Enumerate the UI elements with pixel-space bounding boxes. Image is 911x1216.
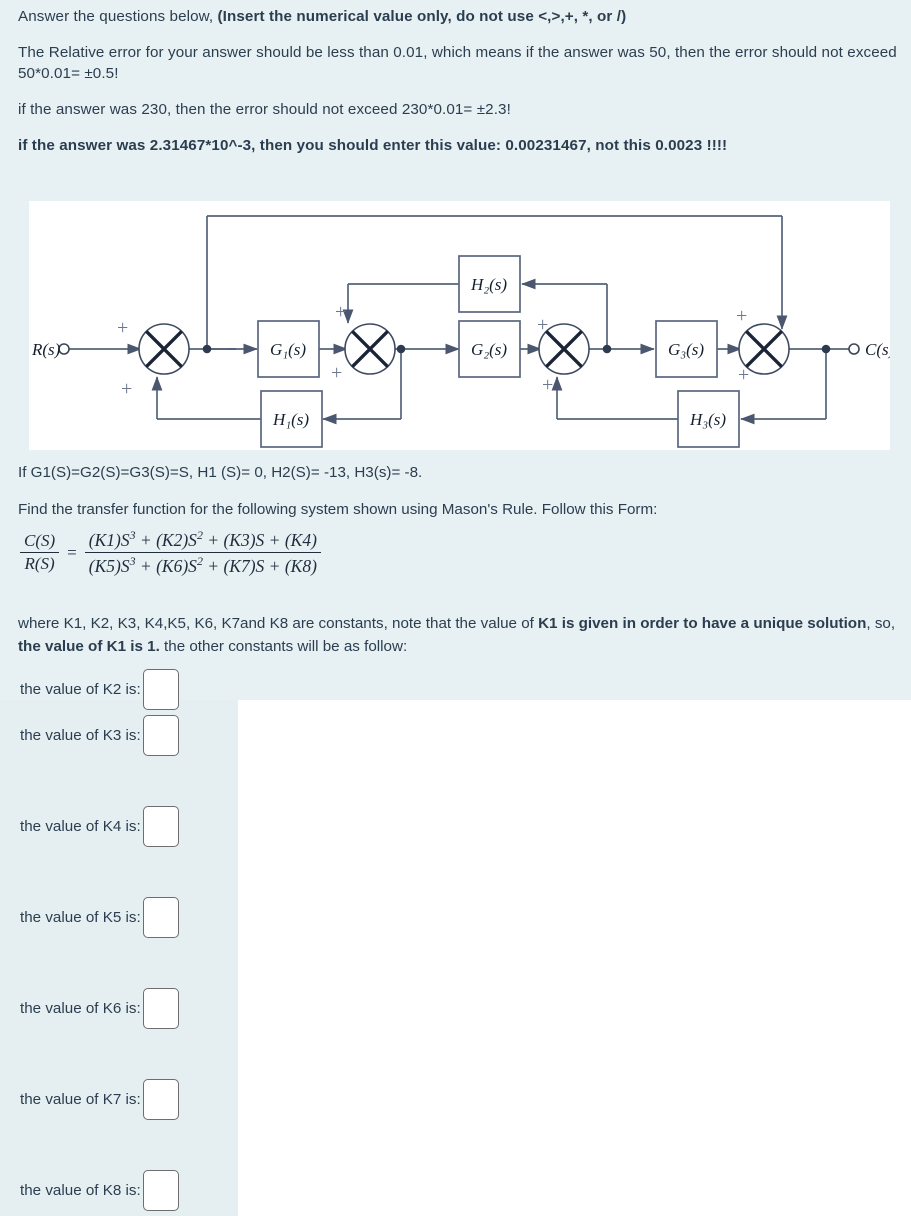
formula-rhs-denominator: (K5)S3 + (K6)S2 + (K7)S + (K8) (88, 554, 317, 577)
answer-input-k6[interactable] (142, 988, 179, 1029)
sign-s1-top: + (117, 317, 128, 339)
sign-s3-bottom: + (542, 374, 553, 396)
formula-lhs-numerator: C(S) (24, 530, 56, 550)
answer-input-k5[interactable] (142, 897, 179, 938)
constants-text-3: the other constants will be as follow: (159, 638, 408, 655)
block-diagram: G₁(s) G₂(s) G₃(s) H₁(s) H₂(s) H₃(s) R(s)… (29, 201, 890, 450)
answer-input-k3[interactable] (142, 715, 179, 756)
answers-panel-background (0, 700, 238, 1216)
answer-input-k4[interactable] (142, 806, 179, 847)
sign-s4-bottom: + (738, 364, 749, 386)
formula-lhs: C(S) R(S) (20, 530, 60, 575)
block-label-h3: H₃(s) (689, 410, 726, 429)
pickoff-node-c (602, 344, 612, 354)
answer-row-4: the value of K4 is: (20, 806, 179, 847)
output-signal-label: C(s) (865, 340, 890, 359)
sign-s3-top: + (537, 314, 548, 336)
block-label-h1: H₁(s) (272, 410, 309, 429)
pickoff-node-b (396, 344, 406, 354)
sign-s2-top: + (335, 301, 346, 323)
answer-row-3: the value of K3 is: (20, 715, 179, 756)
answer-row-8: the value of K8 is: (20, 1170, 179, 1211)
instruction-line-1-plain: Answer the questions below, (18, 8, 218, 25)
instruction-line-3: if the answer was 230, then the error sh… (18, 101, 511, 118)
answer-label-k8: the value of K8 is: (20, 1182, 141, 1199)
block-label-g1: G₁(s) (270, 340, 306, 359)
instruction-line-2: The Relative error for your answer shoul… (18, 44, 897, 82)
pickoff-node-d (821, 344, 831, 354)
constants-bold-1: K1 is given in order to have a unique so… (538, 615, 867, 632)
answer-label-k4: the value of K4 is: (20, 818, 141, 835)
constants-text-2: , so, (866, 615, 896, 632)
answer-label-k6: the value of K6 is: (20, 1000, 141, 1017)
formula-lhs-denominator: R(S) (24, 554, 55, 574)
block-label-g3: G₃(s) (668, 340, 704, 359)
formula-rhs: (K1)S3 + (K2)S2 + (K3)S + (K4) (K5)S3 + … (84, 527, 321, 578)
problem-statement: If G1(S)=G2(S)=G3(S)=S, H1 (S)= 0, H2(S)… (18, 462, 898, 536)
summing-junction-1 (138, 323, 190, 375)
answer-row-2: the value of K2 is: (20, 669, 179, 710)
given-values-line: If G1(S)=G2(S)=G3(S)=S, H1 (S)= 0, H2(S)… (18, 464, 423, 481)
answer-input-k7[interactable] (142, 1079, 179, 1120)
instructions-block: Answer the questions below, (Insert the … (18, 6, 898, 171)
output-terminal (848, 343, 860, 355)
constants-explanation: where K1, K2, K3, K4,K5, K6, K7and K8 ar… (18, 612, 898, 658)
formula-rhs-numerator: (K1)S3 + (K2)S2 + (K3)S + (K4) (88, 528, 317, 550)
answer-row-6: the value of K6 is: (20, 988, 179, 1029)
answer-label-k7: the value of K7 is: (20, 1091, 141, 1108)
instruction-line-4: if the answer was 2.31467*10^-3, then yo… (18, 137, 728, 154)
answer-row-7: the value of K7 is: (20, 1079, 179, 1120)
instruction-line-1: Answer the questions below, (Insert the … (18, 6, 898, 27)
sign-s4-top: + (736, 305, 747, 327)
answer-label-k5: the value of K5 is: (20, 909, 141, 926)
answer-input-k8[interactable] (142, 1170, 179, 1211)
sign-s2-bottom: + (331, 362, 342, 384)
answer-input-k2[interactable] (142, 669, 179, 710)
summing-junction-2 (344, 323, 396, 375)
sign-s1-bottom: + (121, 378, 132, 400)
constants-text-1: where K1, K2, K3, K4,K5, K6, K7and K8 ar… (18, 615, 539, 632)
input-terminal (58, 343, 70, 355)
formula-equals-sign: = (67, 542, 77, 562)
answer-label-k2: the value of K2 is: (20, 681, 141, 698)
pickoff-node-a (202, 344, 212, 354)
block-label-h2: H₂(s) (470, 275, 507, 294)
answer-label-k3: the value of K3 is: (20, 727, 141, 744)
block-label-g2: G₂(s) (471, 340, 507, 359)
input-signal-label: R(s) (31, 340, 61, 359)
instruction-line-1-bold: (Insert the numerical value only, do not… (217, 8, 627, 25)
answer-row-5: the value of K5 is: (20, 897, 179, 938)
transfer-function-formula: C(S) R(S) = (K1)S3 + (K2)S2 + (K3)S + (K… (20, 527, 321, 578)
instruction-line: Find the transfer function for the follo… (18, 501, 658, 518)
constants-bold-2: the value of K1 is 1. (18, 638, 160, 655)
